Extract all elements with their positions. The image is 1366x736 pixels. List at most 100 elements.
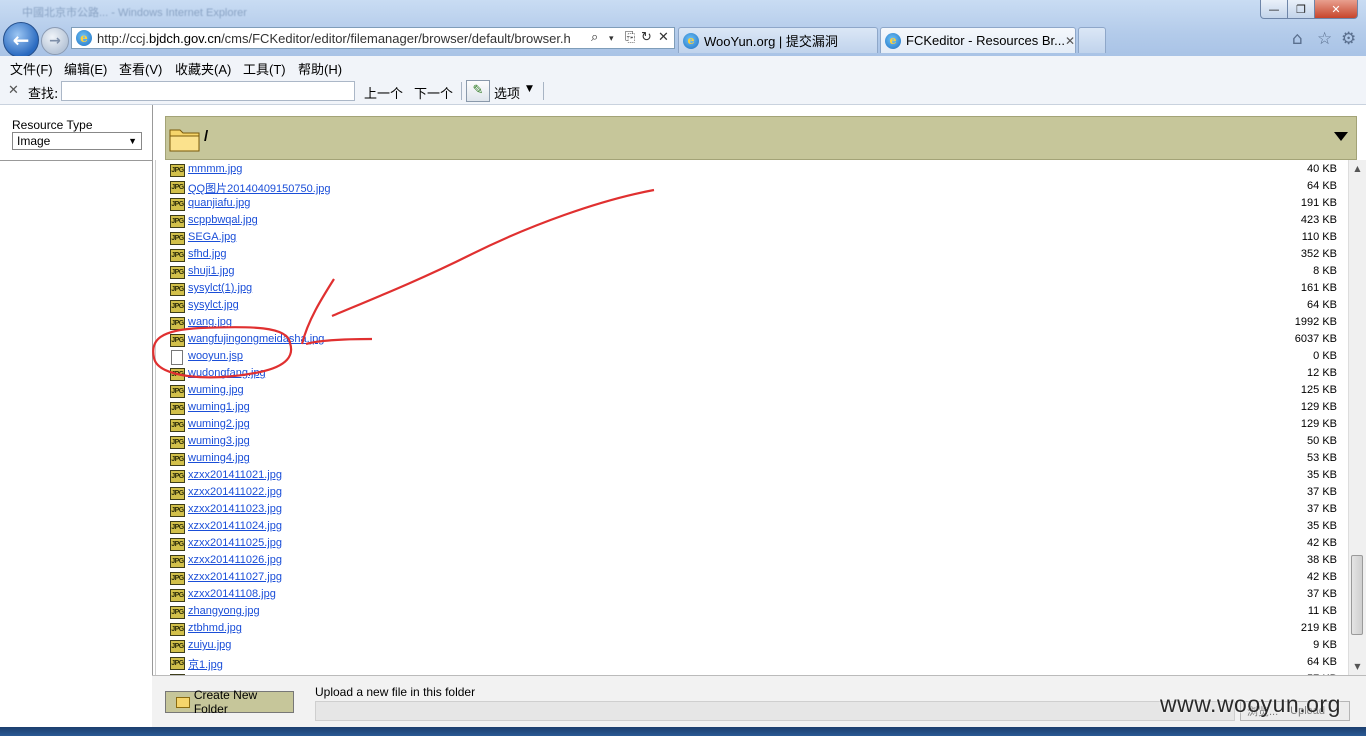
find-previous-button[interactable]: 上一个 (364, 83, 403, 102)
dropdown-icon[interactable]: ▾ (609, 34, 614, 44)
jpg-file-icon[interactable]: JPG (170, 317, 185, 330)
jpg-file-icon[interactable]: JPG (170, 589, 185, 602)
jpg-file-icon[interactable]: JPG (170, 623, 185, 636)
tab-wooyun[interactable]: e WooYun.org | 提交漏洞 (678, 27, 878, 53)
file-link[interactable]: wudongfang.jpg (188, 367, 266, 379)
file-link[interactable]: wuming.jpg (188, 384, 244, 396)
file-link[interactable]: xzxx201411026.jpg (188, 554, 282, 566)
jpg-file-icon[interactable]: JPG (170, 436, 185, 449)
file-link[interactable]: ztbhmd.jpg (188, 622, 242, 634)
jpg-file-icon[interactable]: JPG (170, 402, 185, 415)
file-link[interactable]: xzxx201411023.jpg (188, 503, 282, 515)
file-link[interactable]: wooyun.jsp (188, 350, 243, 362)
jpg-file-icon[interactable]: JPG (170, 385, 185, 398)
file-link[interactable]: xzxx201411025.jpg (188, 537, 282, 549)
menu-tools[interactable]: 工具(T) (243, 59, 286, 78)
settings-gear-icon[interactable]: ⚙ (1341, 29, 1356, 49)
jpg-file-icon[interactable]: JPG (170, 470, 185, 483)
jpg-file-icon[interactable]: JPG (170, 538, 185, 551)
search-icon[interactable]: ⌕ (591, 30, 598, 45)
refresh-icon[interactable]: ↻ (641, 30, 652, 45)
chevron-down-icon[interactable] (1334, 132, 1348, 141)
jpg-file-icon[interactable]: JPG (170, 453, 185, 466)
vertical-scrollbar[interactable]: ▲ ▼ (1348, 160, 1366, 675)
file-link[interactable]: xzxx201411027.jpg (188, 571, 282, 583)
file-link[interactable]: sfhd.jpg (188, 248, 227, 260)
favorites-star-icon[interactable]: ☆ (1317, 29, 1332, 49)
upload-file-input[interactable] (315, 701, 1235, 721)
jpg-file-icon[interactable]: JPG (170, 487, 185, 500)
create-folder-button[interactable]: Create New Folder (165, 688, 294, 716)
back-button[interactable]: ← (3, 22, 39, 58)
minimize-button[interactable]: — (1260, 0, 1288, 19)
jpg-file-icon[interactable]: JPG (170, 657, 185, 670)
file-link[interactable]: xzxx201411024.jpg (188, 520, 282, 532)
jpg-file-icon[interactable]: JPG (170, 521, 185, 534)
file-icon[interactable] (171, 350, 183, 365)
file-link[interactable]: wangfujingongmeidasha.jpg (188, 333, 324, 345)
menu-file[interactable]: 文件(F) (10, 59, 53, 78)
home-icon[interactable]: ⌂ (1292, 29, 1303, 49)
jpg-file-icon[interactable]: JPG (170, 555, 185, 568)
file-link[interactable]: wuming3.jpg (188, 435, 250, 447)
close-tab-icon[interactable]: ✕ (1065, 34, 1075, 48)
menu-favorites[interactable]: 收藏夹(A) (175, 59, 231, 78)
jpg-file-icon[interactable]: JPG (170, 215, 185, 228)
jpg-file-icon[interactable]: JPG (170, 572, 185, 585)
file-link[interactable]: xzxx201411021.jpg (188, 469, 282, 481)
close-findbar-icon[interactable]: ✕ (8, 83, 19, 98)
scroll-up-icon[interactable]: ▲ (1349, 160, 1366, 177)
find-options-button[interactable]: 选项 (494, 83, 520, 102)
find-next-button[interactable]: 下一个 (414, 83, 453, 102)
tab-fckeditor[interactable]: e FCKeditor - Resources Br... ✕ (880, 27, 1076, 53)
jpg-file-icon[interactable]: JPG (170, 232, 185, 245)
file-link[interactable]: scppbwqal.jpg (188, 214, 258, 226)
new-tab-button[interactable] (1078, 27, 1106, 53)
jpg-file-icon[interactable]: JPG (170, 300, 185, 313)
jpg-file-icon[interactable]: JPG (170, 368, 185, 381)
file-link[interactable]: wuming4.jpg (188, 452, 250, 464)
file-link[interactable]: shuji1.jpg (188, 265, 234, 277)
jpg-file-icon[interactable]: JPG (170, 606, 185, 619)
menu-help[interactable]: 帮助(H) (298, 59, 342, 78)
file-link[interactable]: sysylct(1).jpg (188, 282, 252, 294)
scrollbar-thumb[interactable] (1351, 555, 1363, 635)
menu-edit[interactable]: 编辑(E) (64, 59, 107, 78)
jpg-file-icon[interactable]: JPG (170, 504, 185, 517)
jpg-file-icon[interactable]: JPG (170, 198, 185, 211)
find-input[interactable] (61, 81, 355, 101)
scroll-down-icon[interactable]: ▼ (1349, 658, 1366, 675)
jpg-file-icon[interactable]: JPG (170, 181, 185, 194)
jpg-file-icon[interactable]: JPG (170, 266, 185, 279)
file-link[interactable]: wang.jpg (188, 316, 232, 328)
menu-view[interactable]: 查看(V) (119, 59, 162, 78)
jpg-file-icon[interactable]: JPG (170, 283, 185, 296)
jpg-file-icon[interactable]: JPG (170, 249, 185, 262)
file-link[interactable]: mmmm.jpg (188, 163, 242, 175)
maximize-button[interactable]: ❐ (1287, 0, 1315, 19)
compat-icon[interactable]: ⎘ (625, 30, 635, 45)
file-link[interactable]: sysylct.jpg (188, 299, 239, 311)
file-link[interactable]: wuming1.jpg (188, 401, 250, 413)
chevron-down-icon[interactable]: ▼ (526, 84, 533, 94)
forward-button[interactable]: → (41, 27, 69, 55)
file-link[interactable]: QQ图片20140409150750.jpg (188, 180, 331, 196)
jpg-file-icon[interactable]: JPG (170, 640, 185, 653)
file-link[interactable]: wuming2.jpg (188, 418, 250, 430)
jpg-file-icon[interactable]: JPG (170, 164, 185, 177)
file-link[interactable]: SEGA.jpg (188, 231, 236, 243)
file-link[interactable]: zuiyu.jpg (188, 639, 231, 651)
address-bar[interactable]: e http://ccj.bjdch.gov.cn/cms/FCKeditor/… (71, 27, 675, 49)
close-window-button[interactable]: ✕ (1314, 0, 1358, 19)
stop-icon[interactable]: ✕ (658, 30, 669, 45)
url-text[interactable]: http://ccj.bjdch.gov.cn/cms/FCKeditor/ed… (97, 31, 587, 46)
file-link[interactable]: xzxx20141108.jpg (188, 588, 276, 600)
file-link[interactable]: zhangyong.jpg (188, 605, 260, 617)
jpg-file-icon[interactable]: JPG (170, 419, 185, 432)
file-link[interactable]: xzxx201411022.jpg (188, 486, 282, 498)
jpg-file-icon[interactable]: JPG (170, 334, 185, 347)
file-link[interactable]: 京1.jpg (188, 656, 223, 672)
highlight-pen-icon[interactable]: ✎ (466, 80, 490, 102)
resource-type-select[interactable]: Image ▼ (12, 132, 142, 150)
file-link[interactable]: quanjiafu.jpg (188, 197, 250, 209)
